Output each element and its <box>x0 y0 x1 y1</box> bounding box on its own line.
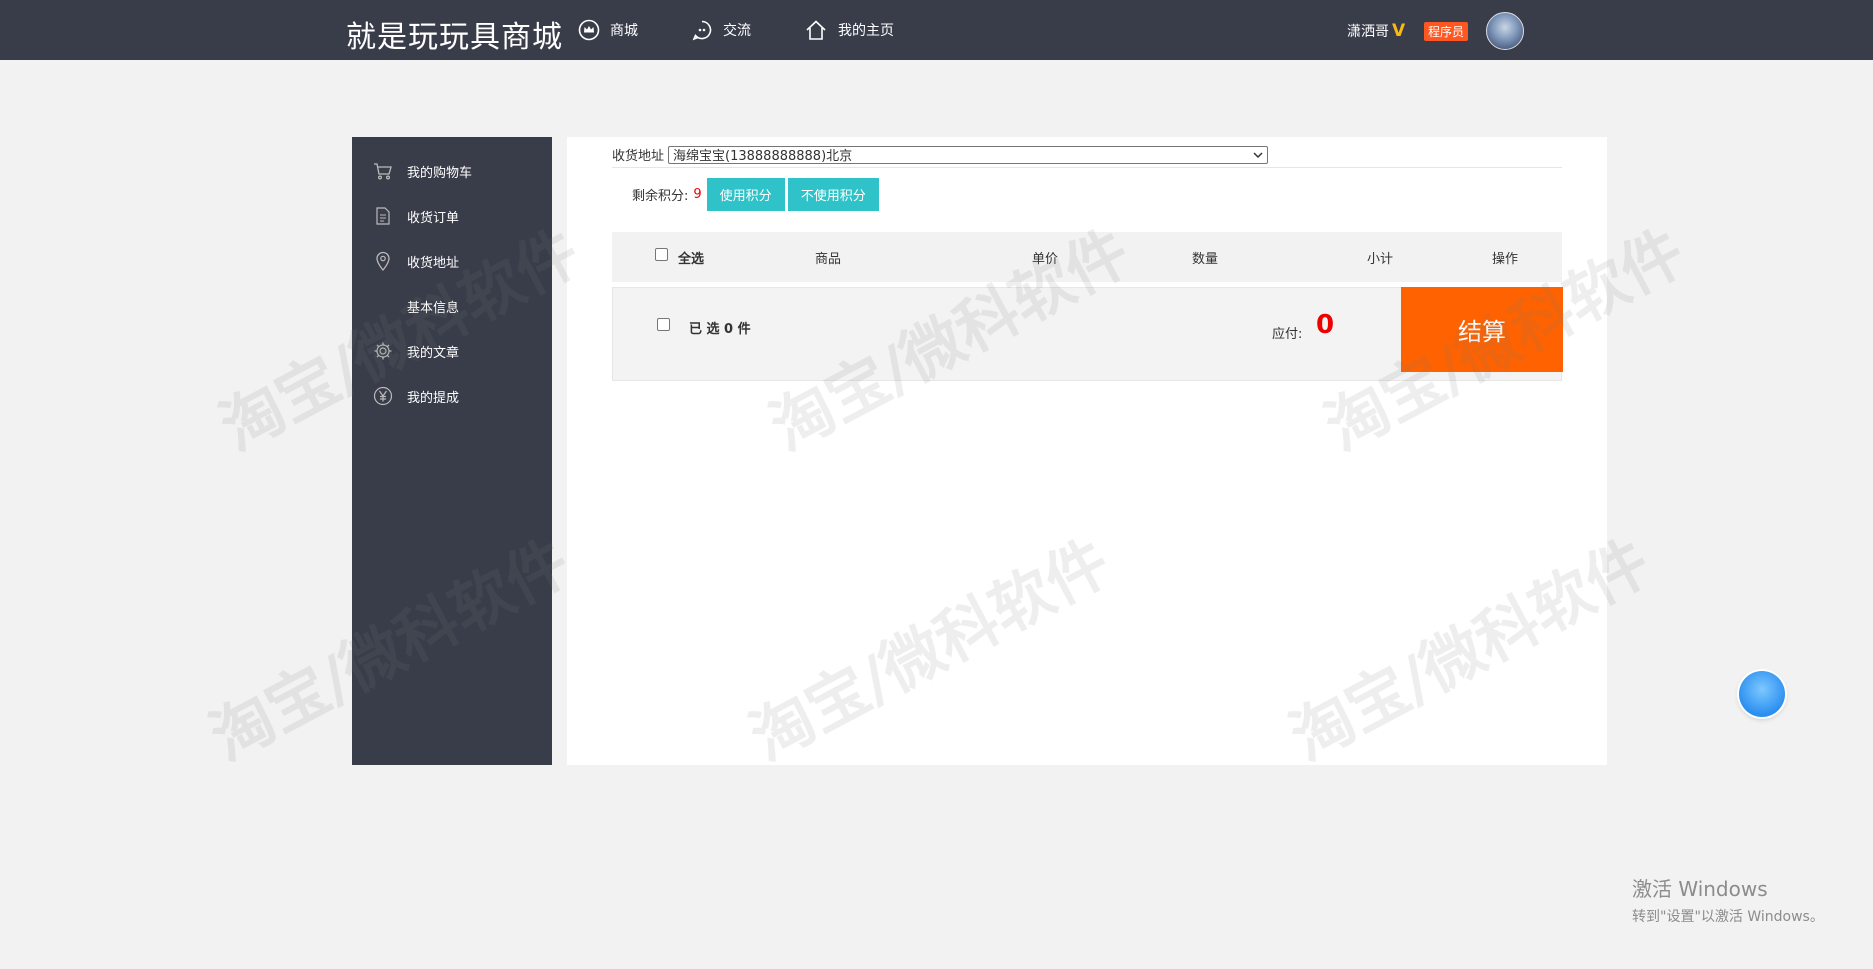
footer-select-checkbox[interactable] <box>657 318 670 331</box>
user-name-text: 潇洒哥 <box>1347 24 1389 40</box>
use-points-button[interactable]: 使用积分 <box>706 178 785 211</box>
activation-subtitle: 转到"设置"以激活 Windows。 <box>1632 909 1824 925</box>
nav-mall-label: 商城 <box>610 23 638 39</box>
sidebar-item-address[interactable]: 收货地址 <box>372 249 459 273</box>
yen-icon <box>372 385 394 407</box>
address-selected-value: 海绵宝宝(13888888888)北京 <box>673 149 853 164</box>
column-product: 商品 <box>815 252 842 267</box>
cart-footer: 已 选 0 件 应付: 0 结算 <box>612 287 1563 381</box>
column-unit-price: 单价 <box>1032 252 1059 267</box>
nav-community-label: 交流 <box>723 23 751 39</box>
sidebar-item-orders[interactable]: 收货订单 <box>372 204 459 228</box>
sidebar-item-label: 基本信息 <box>407 300 460 316</box>
vip-badge: V <box>1392 21 1406 41</box>
sidebar-item-label: 我的文章 <box>407 345 460 361</box>
address-select[interactable]: 海绵宝宝(13888888888)北京 <box>668 145 1269 164</box>
sidebar-item-articles[interactable]: 我的文章 <box>372 339 459 363</box>
crown-icon <box>578 19 600 41</box>
sidebar-item-basic-info[interactable]: 基本信息 <box>407 294 459 318</box>
chevron-down-icon <box>1253 151 1263 158</box>
select-all-checkbox[interactable] <box>655 248 668 261</box>
cart-table-header: 全选 商品 单价 数量 小计 操作 <box>612 232 1562 282</box>
nav-home[interactable]: 我的主页 <box>804 18 894 42</box>
activation-title: 激活 Windows <box>1632 877 1768 901</box>
select-all-label: 全选 <box>678 252 705 267</box>
windows-activation-notice: 激活 Windows 转到"设置"以激活 Windows。 <box>1632 873 1824 926</box>
cart-icon <box>372 160 394 182</box>
main-panel: 收货地址 海绵宝宝(13888888888)北京 剩余积分: 9 使用积分 不使… <box>567 137 1607 765</box>
address-row: 收货地址 海绵宝宝(13888888888)北京 <box>612 142 1562 168</box>
chat-icon <box>692 20 712 41</box>
no-points-button[interactable]: 不使用积分 <box>787 178 879 211</box>
sidebar-item-label: 我的提成 <box>407 390 460 406</box>
sidebar-item-commission[interactable]: 我的提成 <box>372 384 459 408</box>
floating-assistant-button[interactable] <box>1739 671 1785 717</box>
column-actions: 操作 <box>1492 252 1519 267</box>
avatar[interactable] <box>1486 12 1524 50</box>
sidebar-item-label: 收货订单 <box>407 210 460 226</box>
nav-home-label: 我的主页 <box>838 23 894 39</box>
sidebar: 我的购物车 收货订单 收货地址 基本信息 我的文章 我的提成 <box>352 137 552 765</box>
nav-mall[interactable]: 商城 <box>578 18 638 42</box>
points-value: 9 <box>693 187 702 202</box>
document-icon <box>372 205 394 227</box>
home-icon <box>806 20 826 40</box>
column-subtotal: 小计 <box>1367 252 1394 267</box>
amount-due-value: 0 <box>1316 310 1335 340</box>
site-brand[interactable]: 就是玩玩具商城 <box>346 12 563 56</box>
points-row: 剩余积分: 9 使用积分 不使用积分 <box>632 178 882 211</box>
column-quantity: 数量 <box>1192 252 1219 267</box>
sidebar-item-label: 我的购物车 <box>407 165 473 181</box>
location-pin-icon <box>372 250 394 272</box>
amount-due-label: 应付: <box>1272 327 1303 342</box>
sidebar-item-label: 收货地址 <box>407 255 460 271</box>
role-badge: 程序员 <box>1424 22 1469 41</box>
user-name[interactable]: 潇洒哥 V <box>1347 21 1405 41</box>
sidebar-item-cart[interactable]: 我的购物车 <box>372 159 472 183</box>
checkout-button[interactable]: 结算 <box>1401 287 1563 372</box>
selected-count: 已 选 0 件 <box>689 322 751 337</box>
points-label: 剩余积分: <box>632 189 689 204</box>
address-label: 收货地址 <box>612 149 665 164</box>
gear-icon <box>372 340 394 362</box>
nav-community[interactable]: 交流 <box>691 18 751 42</box>
top-header: 就是玩玩具商城 商城 交流 我的主页 潇洒哥 V 程序员 <box>0 0 1873 60</box>
